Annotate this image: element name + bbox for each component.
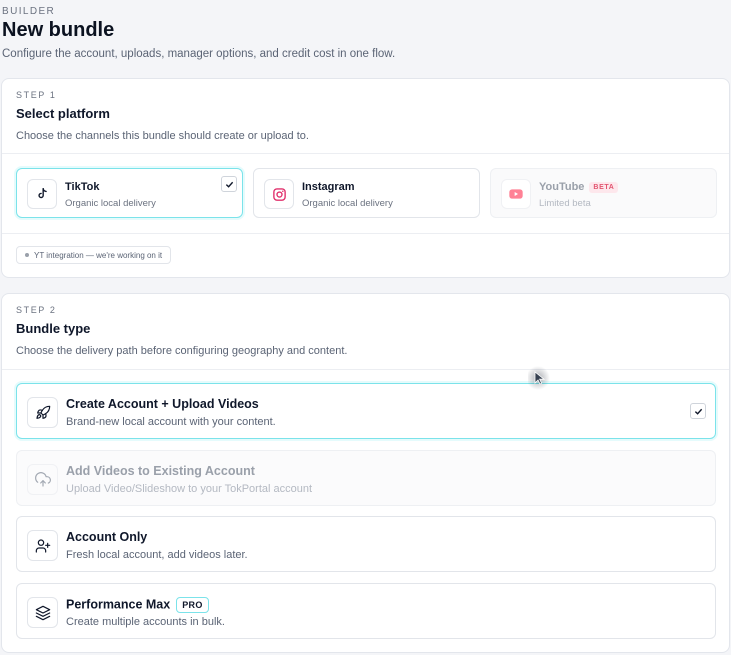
mouse-cursor-icon — [528, 366, 550, 390]
step2-subtitle: Choose the delivery path before configur… — [16, 345, 348, 357]
option-desc: Brand-new local account with your conten… — [66, 416, 276, 428]
check-icon — [221, 176, 237, 192]
step2-title: Bundle type — [16, 321, 91, 336]
option-name: Create Account + Upload Videos — [66, 397, 259, 411]
platform-name: Instagram — [302, 181, 355, 193]
eyebrow: BUILDER — [2, 6, 56, 17]
option-name: Account Only — [66, 530, 148, 544]
option-add-videos-existing: Add Videos to Existing Account Upload Vi… — [16, 450, 716, 506]
platform-tiktok[interactable]: TikTok Organic local delivery — [16, 168, 243, 218]
dot-icon — [25, 253, 29, 257]
option-performance-max[interactable]: Performance Max PRO Create multiple accou… — [16, 583, 716, 639]
youtube-icon — [501, 179, 531, 209]
platform-desc: Organic local delivery — [302, 198, 393, 209]
tiktok-icon — [27, 179, 57, 209]
user-plus-icon — [27, 530, 58, 561]
option-desc: Upload Video/Slideshow to your TokPortal… — [66, 483, 313, 495]
layers-icon — [27, 597, 58, 628]
page-title: New bundle — [2, 19, 115, 41]
pro-badge: PRO — [176, 597, 209, 613]
option-name: Performance Max PRO — [66, 597, 209, 613]
cloud-upload-icon — [27, 464, 58, 495]
option-account-only[interactable]: Account Only Fresh local account, add vi… — [16, 516, 716, 572]
divider — [2, 153, 729, 154]
platform-instagram[interactable]: Instagram Organic local delivery — [253, 168, 480, 218]
option-create-account-upload[interactable]: Create Account + Upload Videos Brand-new… — [16, 383, 716, 439]
step1-title: Select platform — [16, 106, 110, 121]
divider — [2, 233, 729, 234]
step2-card: STEP 2 Bundle type Choose the delivery p… — [1, 293, 730, 653]
instagram-icon — [264, 179, 294, 209]
platform-desc: Limited beta — [539, 198, 591, 209]
step1-label: STEP 1 — [16, 90, 57, 100]
step1-subtitle: Choose the channels this bundle should c… — [16, 130, 309, 142]
option-desc: Fresh local account, add videos later. — [66, 549, 248, 561]
rocket-icon — [27, 397, 58, 428]
option-name: Add Videos to Existing Account — [66, 464, 255, 478]
check-icon — [690, 403, 706, 419]
notice-text: YT integration — we're working on it — [34, 250, 163, 260]
divider — [2, 369, 729, 370]
step2-label: STEP 2 — [16, 305, 57, 315]
page-header: BUILDER New bundle Configure the account… — [2, 0, 395, 60]
platform-desc: Organic local delivery — [65, 198, 156, 209]
platform-youtube: YouTube BETA Limited beta — [490, 168, 717, 218]
step1-card: STEP 1 Select platform Choose the channe… — [1, 78, 730, 278]
option-desc: Create multiple accounts in bulk. — [66, 616, 225, 628]
platform-name: TikTok — [65, 181, 100, 193]
notice-pill: YT integration — we're working on it — [16, 246, 172, 264]
page-subtitle: Configure the account, uploads, manager … — [2, 48, 396, 60]
beta-badge: BETA — [589, 181, 619, 193]
platform-name: YouTube BETA — [539, 181, 619, 193]
